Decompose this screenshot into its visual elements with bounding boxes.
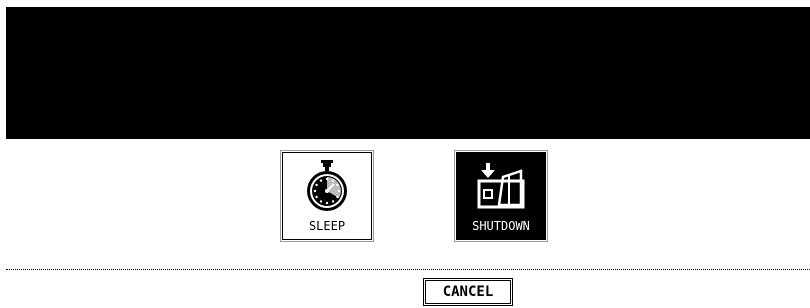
shutdown-label: SHUTDOWN [472,219,530,233]
cancel-button[interactable]: CANCEL [425,280,511,304]
sleep-label: SLEEP [308,219,346,233]
power-switch-icon [477,163,525,209]
sleep-button[interactable]: SLEEP [280,150,374,242]
divider [6,269,810,270]
header-bar [6,7,810,139]
stopwatch-icon [307,160,347,211]
shutdown-button[interactable]: SHUTDOWN [454,150,548,242]
